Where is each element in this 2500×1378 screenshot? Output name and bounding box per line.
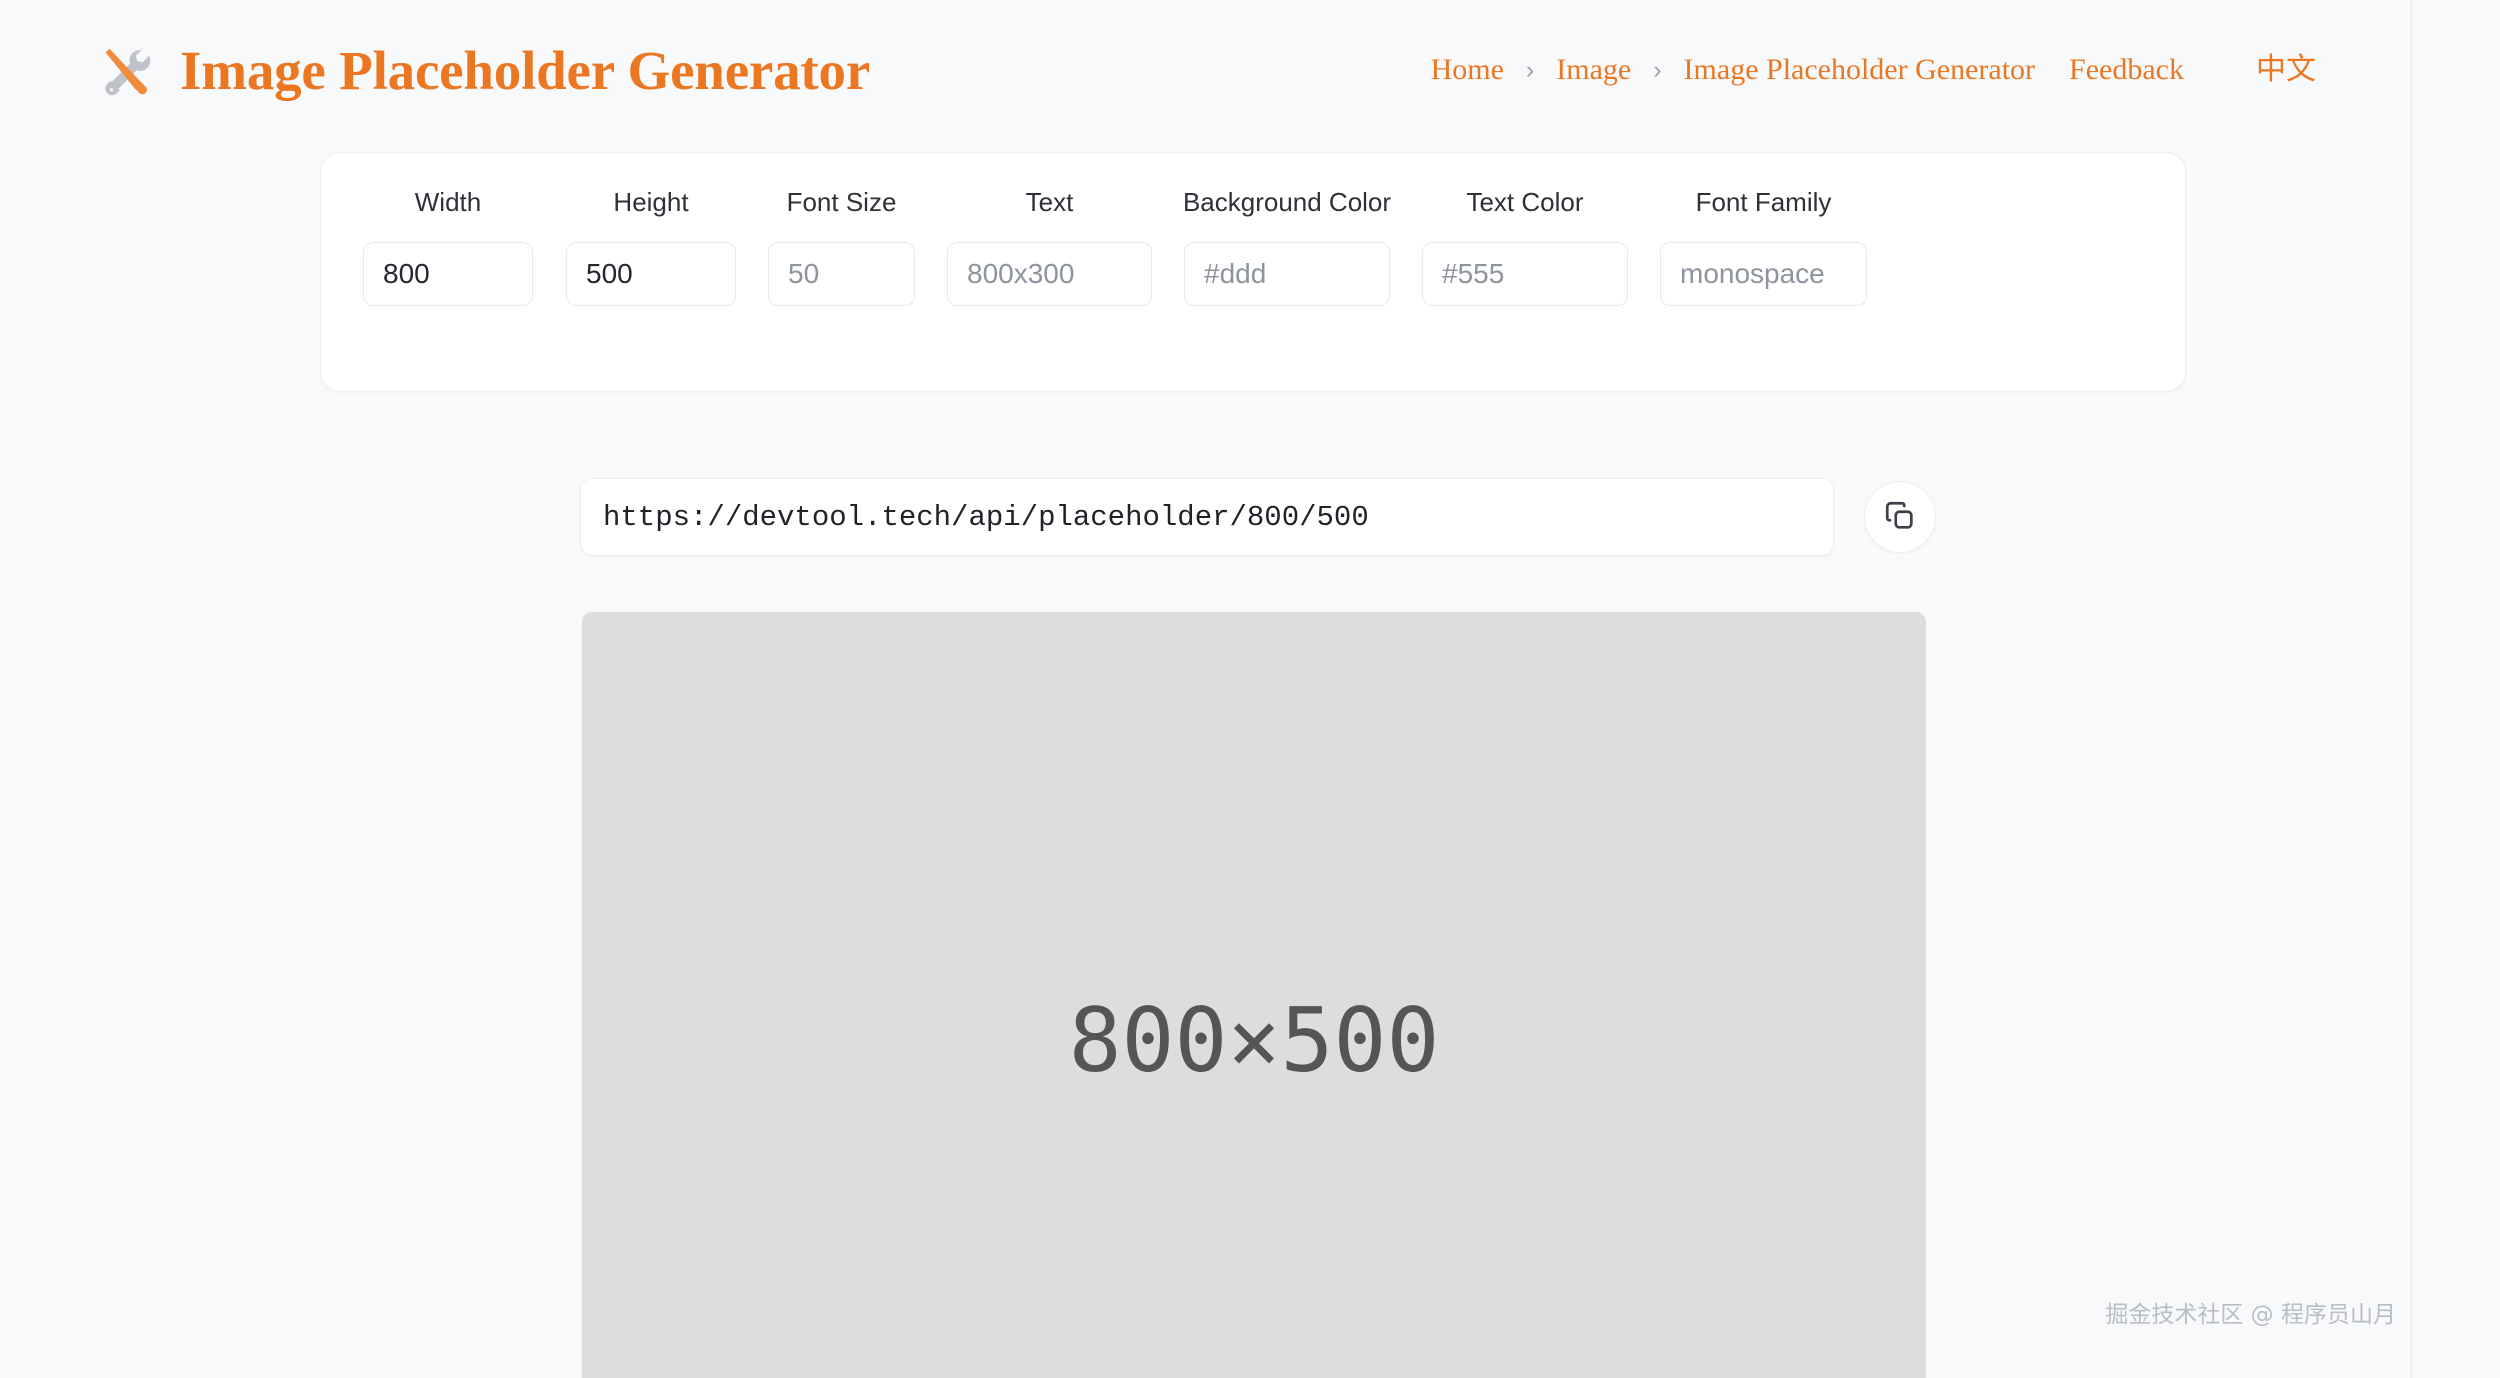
result-url-row xyxy=(580,478,1936,556)
font-size-input[interactable] xyxy=(768,242,915,306)
field-width: Width xyxy=(363,189,533,306)
text-color-input[interactable] xyxy=(1422,242,1628,306)
copy-url-button[interactable] xyxy=(1864,481,1936,553)
page-header: Image Placeholder Generator Home › Image… xyxy=(0,0,2412,140)
field-label-height: Height xyxy=(613,187,689,217)
field-font-family: Font Family xyxy=(1660,189,1867,306)
text-input[interactable] xyxy=(947,242,1152,306)
language-switch-chinese[interactable]: 中文 xyxy=(2256,55,2316,85)
field-label-font-size: Font Size xyxy=(786,187,897,217)
field-font-size: Font Size xyxy=(768,189,915,306)
field-label-text-color: Text Color xyxy=(1466,187,1584,217)
parameters-panel: Width Height Font Size Text Background C… xyxy=(320,152,2186,392)
background-color-input[interactable] xyxy=(1184,242,1390,306)
breadcrumb: Home › Image › Image Placeholder Generat… xyxy=(1431,55,2316,85)
field-label-width: Width xyxy=(414,187,482,217)
field-label-font-family: Font Family xyxy=(1695,187,1832,217)
field-text-color: Text Color xyxy=(1422,189,1628,306)
field-background-color: Background Color xyxy=(1182,187,1392,306)
field-label-text: Text xyxy=(1025,187,1074,217)
placeholder-image-text: 800×500 xyxy=(1068,989,1440,1092)
placeholder-image-preview: 800×500 xyxy=(582,612,1926,1378)
brand: Image Placeholder Generator xyxy=(96,39,870,101)
field-label-background-color: Background Color xyxy=(1182,187,1392,217)
generated-url-input[interactable] xyxy=(580,478,1834,556)
field-text: Text xyxy=(947,189,1152,306)
chevron-right-icon: › xyxy=(1653,55,1662,84)
hammer-and-wrench-icon xyxy=(96,39,158,101)
chevron-right-icon: › xyxy=(1525,55,1535,84)
breadcrumb-item-image-placeholder-generator[interactable]: Image Placeholder Generator xyxy=(1684,55,2036,85)
nav-link-feedback[interactable]: Feedback xyxy=(2069,55,2184,85)
breadcrumb-item-image[interactable]: Image xyxy=(1556,55,1631,85)
field-height: Height xyxy=(566,189,736,306)
height-input[interactable] xyxy=(566,242,736,306)
watermark: 掘金技术社区 @ 程序员山月 xyxy=(2105,1302,2396,1328)
breadcrumb-item-home[interactable]: Home xyxy=(1431,55,1504,85)
width-input[interactable] xyxy=(363,242,533,306)
copy-icon xyxy=(1883,499,1917,536)
font-family-input[interactable] xyxy=(1660,242,1867,306)
viewport-right-edge xyxy=(2411,0,2412,1378)
page-title: Image Placeholder Generator xyxy=(180,39,871,101)
